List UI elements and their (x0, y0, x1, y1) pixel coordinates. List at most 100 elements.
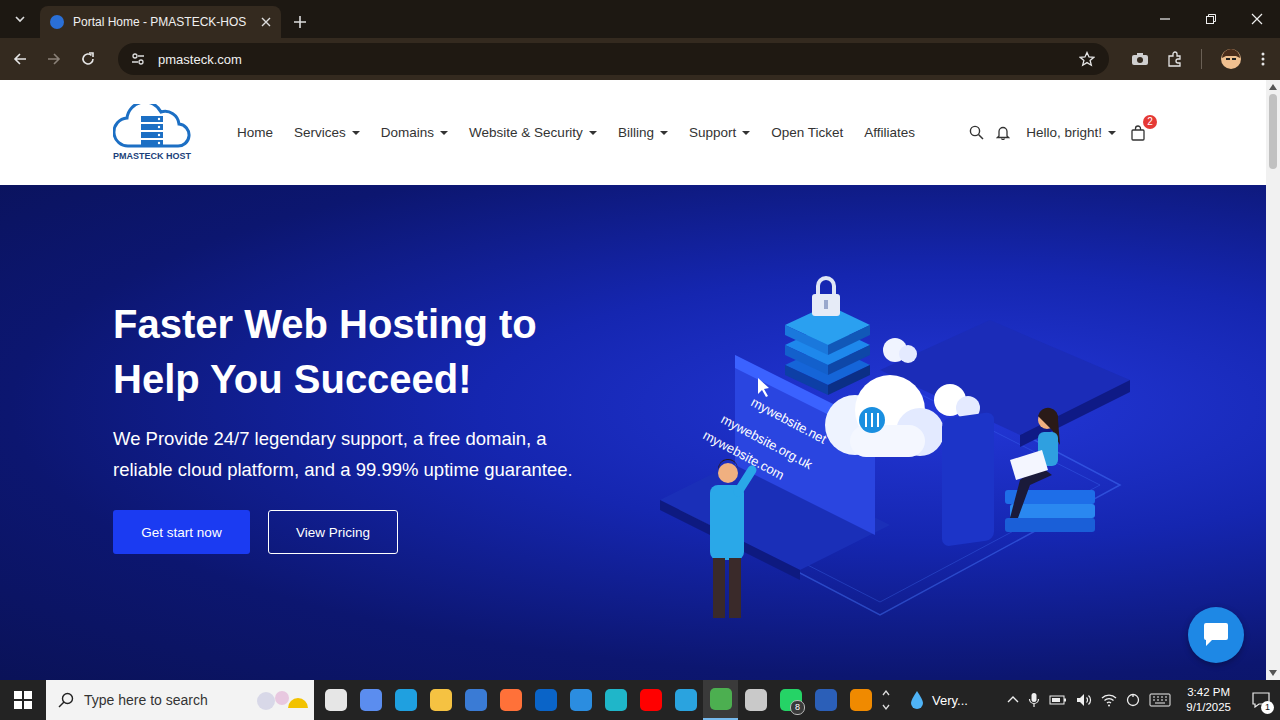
hero-text: We Provide 24/7 legendary support, a fre… (113, 423, 573, 485)
app-badge: 8 (790, 700, 805, 715)
web-page: PMASTECK HOST Home Services Domains Website … (0, 80, 1266, 680)
restore-icon (1205, 13, 1217, 25)
clock-time: 3:42 PM (1187, 685, 1230, 700)
caret-icon (660, 131, 668, 135)
taskbar-overflow[interactable] (878, 680, 894, 720)
bell-icon[interactable] (996, 125, 1010, 140)
site-logo[interactable]: PMASTECK HOST (113, 104, 191, 161)
address-bar[interactable]: pmasteck.com (118, 43, 1109, 75)
wifi-icon[interactable] (1101, 693, 1117, 707)
app-icon (745, 689, 767, 711)
profile-avatar-icon[interactable] (1220, 48, 1242, 70)
chat-button[interactable] (1188, 607, 1244, 663)
nav-item[interactable]: Website & Security (469, 125, 597, 140)
favicon-icon (50, 15, 64, 29)
user-menu[interactable]: Hello, bright! (1026, 125, 1116, 140)
tray-chevron-icon[interactable] (1007, 694, 1019, 706)
chevron-down-icon (14, 13, 26, 25)
cart-button[interactable]: 2 (1128, 121, 1148, 145)
weather-text: Very... (932, 693, 968, 708)
close-icon[interactable] (261, 17, 271, 27)
server-stack (785, 305, 870, 395)
taskbar-app[interactable] (703, 680, 738, 720)
tab-title: Portal Home - PMASTECK-HOS (73, 15, 246, 29)
search-placeholder: Type here to search (84, 692, 208, 708)
taskbar-app[interactable] (598, 680, 633, 720)
taskbar-app[interactable] (493, 680, 528, 720)
domain-label: mywebsite.com (701, 427, 787, 482)
app-icon (815, 689, 837, 711)
app-icon (535, 689, 557, 711)
sync-icon[interactable] (1126, 693, 1140, 707)
taskbar-app[interactable] (563, 680, 598, 720)
close-window-icon (1251, 13, 1263, 25)
volume-icon[interactable] (1076, 693, 1092, 707)
back-icon[interactable] (12, 51, 28, 67)
scroll-down-icon[interactable] (1269, 670, 1277, 676)
taskbar-app[interactable] (458, 680, 493, 720)
menu-dots-icon[interactable] (1260, 51, 1266, 67)
cart-count-badge: 2 (1143, 115, 1157, 129)
taskbar-app[interactable] (668, 680, 703, 720)
nav-item[interactable]: Billing (618, 125, 668, 140)
taskbar-app[interactable] (528, 680, 563, 720)
extensions-icon[interactable] (1167, 51, 1183, 67)
hero-copy: Faster Web Hosting toHelp You Succeed!We… (0, 185, 573, 680)
caret-icon (1108, 131, 1116, 135)
app-icon (325, 689, 347, 711)
site-info-icon[interactable] (130, 51, 146, 67)
taskbar-app[interactable] (808, 680, 843, 720)
nav-item[interactable]: Support (689, 125, 750, 140)
taskbar-app[interactable] (353, 680, 388, 720)
taskbar-app[interactable]: 8 (773, 680, 808, 720)
app-icon (640, 689, 662, 711)
nav-item[interactable]: Services (294, 125, 360, 140)
scrollbar[interactable] (1266, 80, 1280, 680)
forward-icon[interactable] (46, 51, 62, 67)
browser-toolbar: pmasteck.com (0, 38, 1280, 80)
scroll-thumb[interactable] (1269, 94, 1277, 169)
search-icon (58, 692, 74, 708)
minimize-icon (1159, 13, 1171, 25)
camera-icon[interactable] (1131, 51, 1149, 67)
notification-count: 1 (1261, 701, 1274, 714)
hero-button[interactable]: Get start now (113, 510, 250, 554)
close-window-button[interactable] (1234, 0, 1280, 38)
notification-center[interactable]: 1 (1246, 680, 1276, 720)
app-icon (360, 689, 382, 711)
taskbar-app[interactable] (633, 680, 668, 720)
start-button[interactable] (0, 680, 46, 720)
taskbar-app[interactable] (318, 680, 353, 720)
app-icon (675, 689, 697, 711)
nav-item[interactable]: Affiliates (864, 125, 915, 140)
minimize-button[interactable] (1142, 0, 1188, 38)
taskbar-app[interactable] (388, 680, 423, 720)
nav-item[interactable]: Home (237, 125, 273, 140)
search-icon[interactable] (969, 125, 984, 140)
taskbar-app[interactable] (843, 680, 878, 720)
bookmark-star-icon[interactable] (1079, 51, 1095, 67)
caret-icon (440, 131, 448, 135)
nav-item[interactable]: Open Ticket (771, 125, 843, 140)
clock[interactable]: 3:42 PM9/1/2025 (1180, 685, 1237, 715)
hero-button[interactable]: View Pricing (268, 510, 398, 554)
microphone-icon[interactable] (1028, 692, 1040, 708)
restore-button[interactable] (1188, 0, 1234, 38)
weather-widget[interactable]: Very... (894, 690, 978, 710)
battery-icon[interactable] (1049, 694, 1067, 706)
caret-icon (589, 131, 597, 135)
taskbar-search[interactable]: Type here to search (46, 680, 314, 720)
cart-bag-icon (1130, 125, 1146, 141)
nav-item[interactable]: Domains (381, 125, 448, 140)
url-text: pmasteck.com (158, 52, 242, 67)
reload-icon[interactable] (80, 51, 96, 67)
taskbar-app[interactable] (423, 680, 458, 720)
caret-icon (352, 131, 360, 135)
taskbar-app[interactable] (738, 680, 773, 720)
tab-search-button[interactable] (6, 4, 34, 34)
scroll-up-icon[interactable] (1269, 84, 1277, 90)
keyboard-icon[interactable] (1149, 693, 1171, 707)
app-icon (710, 688, 732, 710)
new-tab-icon[interactable] (293, 15, 307, 29)
browser-tab[interactable]: Portal Home - PMASTECK-HOS (40, 6, 281, 38)
